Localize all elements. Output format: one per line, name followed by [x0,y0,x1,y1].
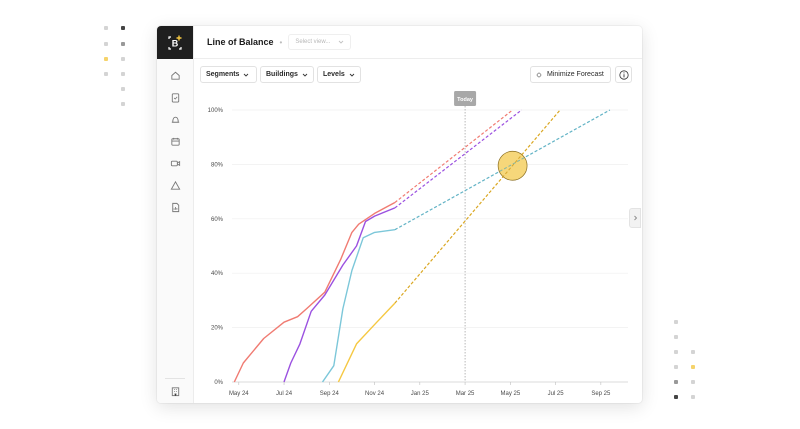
decorative-dot [691,365,695,369]
decorative-dot [121,57,125,61]
decorative-dot [674,335,678,339]
decorative-dot [104,57,108,61]
app-window: B Line of Balance • Select view... Segme… [157,26,642,403]
calendar-icon[interactable] [169,135,181,147]
decorative-dot [691,350,695,354]
decorative-dots-top-left [104,26,128,108]
info-icon [618,69,629,80]
decorative-dot [121,26,125,30]
info-button[interactable] [615,66,632,83]
video-icon[interactable] [169,157,181,169]
decorative-dot [691,395,695,399]
decorative-dot [121,42,125,46]
building-icon[interactable] [169,385,181,397]
minimize-forecast-label: Minimize Forecast [547,71,604,78]
warning-icon[interactable] [169,179,181,191]
chevron-down-icon [302,73,308,77]
decorative-dot [691,380,695,384]
decorative-dot [121,72,125,76]
chevron-down-icon [339,40,344,44]
select-view-placeholder: Select view... [295,39,331,45]
rail-divider [165,378,185,379]
decorative-dot [121,87,125,91]
decorative-dot [674,395,678,399]
decorative-dot [104,42,108,46]
page-title: Line of Balance [207,37,274,47]
crosshair-icon [536,71,542,78]
buildings-label: Buildings [266,71,298,78]
chart-toolbar: Segments Buildings Levels Minimize Forec… [193,64,642,86]
home-icon[interactable] [169,69,181,81]
segments-filter-button[interactable]: Segments [200,66,257,83]
buildings-filter-button[interactable]: Buildings [260,66,314,83]
levels-filter-button[interactable]: Levels [317,66,361,83]
title-separator: • [279,37,283,47]
left-rail: B [157,26,194,403]
decorative-dot [121,102,125,106]
decorative-dots-bottom-right [674,320,698,402]
decorative-dot [674,380,678,384]
chevron-right-icon [633,215,637,221]
select-view-dropdown[interactable]: Select view... [288,34,352,50]
app-logo[interactable]: B [157,26,193,59]
chevron-down-icon [244,73,249,77]
clipboard-icon[interactable] [169,91,181,103]
segments-label: Segments [206,71,240,78]
chevron-down-icon [349,73,355,77]
decorative-dot [674,365,678,369]
logo-letter: B [172,38,179,48]
decorative-dot [104,26,108,30]
hardhat-icon[interactable] [169,113,181,125]
levels-label: Levels [323,71,345,78]
logo-icon: B [168,35,182,50]
report-icon[interactable] [169,201,181,213]
decorative-dot [674,320,678,324]
decorative-dot [674,350,678,354]
decorative-dot [104,72,108,76]
expand-panel-tab[interactable] [629,208,641,228]
app-header: Line of Balance • Select view... [193,26,642,59]
minimize-forecast-button[interactable]: Minimize Forecast [530,66,611,83]
